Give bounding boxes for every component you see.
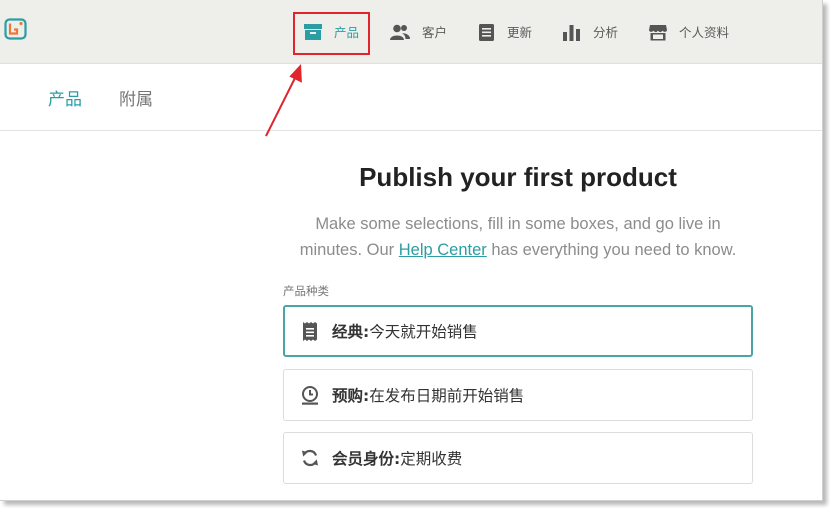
- option-description: 今天就开始销售: [369, 323, 478, 341]
- page-title: Publish your first product: [359, 162, 677, 192]
- nav-item-profile[interactable]: 个人资料: [649, 0, 729, 63]
- nav-label: 分析: [593, 25, 619, 40]
- nav-item-analytics[interactable]: 分析: [563, 0, 618, 63]
- logo-icon[interactable]: [4, 17, 28, 41]
- intro-text-part: has everything you need to know.: [486, 241, 737, 259]
- nav-item-updates[interactable]: 更新: [479, 0, 532, 63]
- nav-label: 客户: [422, 25, 448, 40]
- tab-products[interactable]: 产品: [48, 85, 82, 110]
- annotation-highlight-box: [293, 12, 370, 55]
- option-name: 会员身份:: [332, 450, 401, 468]
- option-preorder[interactable]: 预购: 在发布日期前开始销售: [283, 369, 753, 421]
- sub-navigation: 产品 附属: [0, 64, 822, 131]
- option-description: 定期收费: [400, 450, 463, 468]
- help-center-link[interactable]: Help Center: [399, 241, 487, 259]
- intro-text: Make some selections, fill in some boxes…: [283, 211, 753, 263]
- product-type-label: 产品种类: [283, 284, 329, 298]
- option-classic[interactable]: 经典: 今天就开始销售: [283, 305, 753, 357]
- receipt-icon: [300, 321, 320, 341]
- nav-label: 个人资料: [679, 25, 730, 40]
- users-icon: [390, 24, 410, 40]
- nav-item-customers[interactable]: 客户: [390, 0, 447, 63]
- option-name: 经典:: [332, 323, 370, 341]
- app-window: 产品 客户 更新 分析 个人资料 产品 附属 Publish your firs…: [0, 0, 823, 501]
- nav-label: 更新: [507, 25, 533, 40]
- clock-icon: [300, 385, 320, 405]
- option-name: 预购:: [332, 387, 370, 405]
- document-icon: [479, 23, 494, 41]
- storefront-icon: [649, 24, 667, 40]
- top-navigation: 产品 客户 更新 分析 个人资料: [0, 0, 822, 64]
- option-description: 在发布日期前开始销售: [369, 387, 525, 405]
- bar-chart-icon: [563, 24, 580, 41]
- tab-affiliates[interactable]: 附属: [119, 85, 153, 110]
- option-membership[interactable]: 会员身份: 定期收费: [283, 432, 753, 484]
- refresh-icon: [300, 448, 320, 468]
